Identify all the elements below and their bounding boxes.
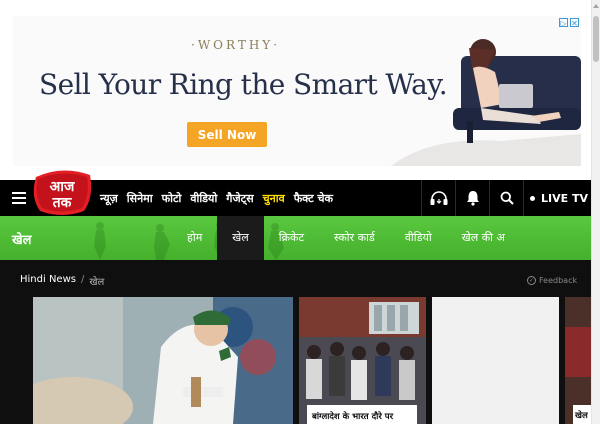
story-caption-partial: खेल [573,405,591,424]
tab-scorecard[interactable]: स्कोर कार्ड [319,216,390,260]
check-circle-icon: ✓ [527,276,536,285]
ad-headline: Sell Your Ring the Smart Way. [39,68,448,101]
live-dot-icon [530,195,535,201]
tab-sports[interactable]: खेल [217,216,264,260]
breadcrumb-home[interactable]: Hindi News [20,274,76,288]
breadcrumb-current: खेल [89,277,105,288]
primary-nav-links: न्यूज़ सिनेमा फोटो वीडियो गैजेट्स चुनाव … [100,180,333,216]
nav-link-fact-check[interactable]: फैक्ट चेक [294,191,333,206]
logo-text-top: आज [50,179,75,195]
diamond-icon: · [191,38,198,52]
section-tabs: होम खेल क्रिकेट स्कोर कार्ड वीडियो खेल क… [172,216,520,260]
advertisement-banner[interactable]: ▷ ✕ ·WORTHY· Sell Your Ring the Smart Wa… [13,16,581,166]
search-icon [500,191,514,205]
notifications-button[interactable] [455,180,489,216]
live-tv-label: LIVE TV [541,191,588,205]
tab-sports-more[interactable]: खेल की अ [447,216,520,260]
tab-video[interactable]: वीडियो [390,216,447,260]
hamburger-menu-icon[interactable] [12,192,26,204]
search-button[interactable] [489,180,523,216]
story-card-placeholder[interactable] [432,297,559,424]
aajtak-logo[interactable]: आज तक [32,167,93,216]
nav-link-election[interactable]: चुनाव [263,191,285,206]
diamond-icon: · [273,38,281,52]
ad-brand: ·WORTHY· [191,38,281,52]
tab-home[interactable]: होम [172,216,217,260]
nav-link-gadgets[interactable]: गैजेट्स [226,191,253,206]
sell-now-button[interactable]: Sell Now [187,122,267,147]
nav-link-video[interactable]: वीडियो [190,191,217,206]
breadcrumb-separator: / [80,274,85,285]
story-card[interactable]: बांग्लादेश के भारत दौरे पर [299,297,426,424]
live-tv-button[interactable]: LIVE TV [523,180,591,216]
scroll-up-arrow-icon[interactable] [593,3,599,9]
vertical-scrollbar[interactable] [591,0,600,424]
feedback-label: Feedback [539,276,578,285]
breadcrumb: Hindi News / खेल [20,274,104,288]
page: ▷ ✕ ·WORTHY· Sell Your Ring the Smart Wa… [0,0,600,424]
feedback-link[interactable]: ✓ Feedback [527,276,577,285]
story-caption: बांग्लादेश के भारत दौरे पर [307,405,417,424]
section-title[interactable]: खेल [12,230,31,248]
ad-illustration [391,39,581,166]
story-card-partial[interactable]: खेल [565,297,591,424]
nav-link-cinema[interactable]: सिनेमा [127,191,153,206]
bell-icon [466,191,479,206]
cricketer-photo [33,297,293,424]
nav-link-photo[interactable]: फोटो [162,191,182,206]
featured-story-card[interactable] [33,297,293,424]
audio-podcast-button[interactable] [421,180,455,216]
headphones-icon [430,191,447,205]
nav-link-news[interactable]: न्यूज़ [100,191,118,206]
scrollbar-thumb[interactable] [593,16,599,62]
tab-cricket[interactable]: क्रिकेट [264,216,319,260]
logo-text-bottom: तक [52,195,73,211]
